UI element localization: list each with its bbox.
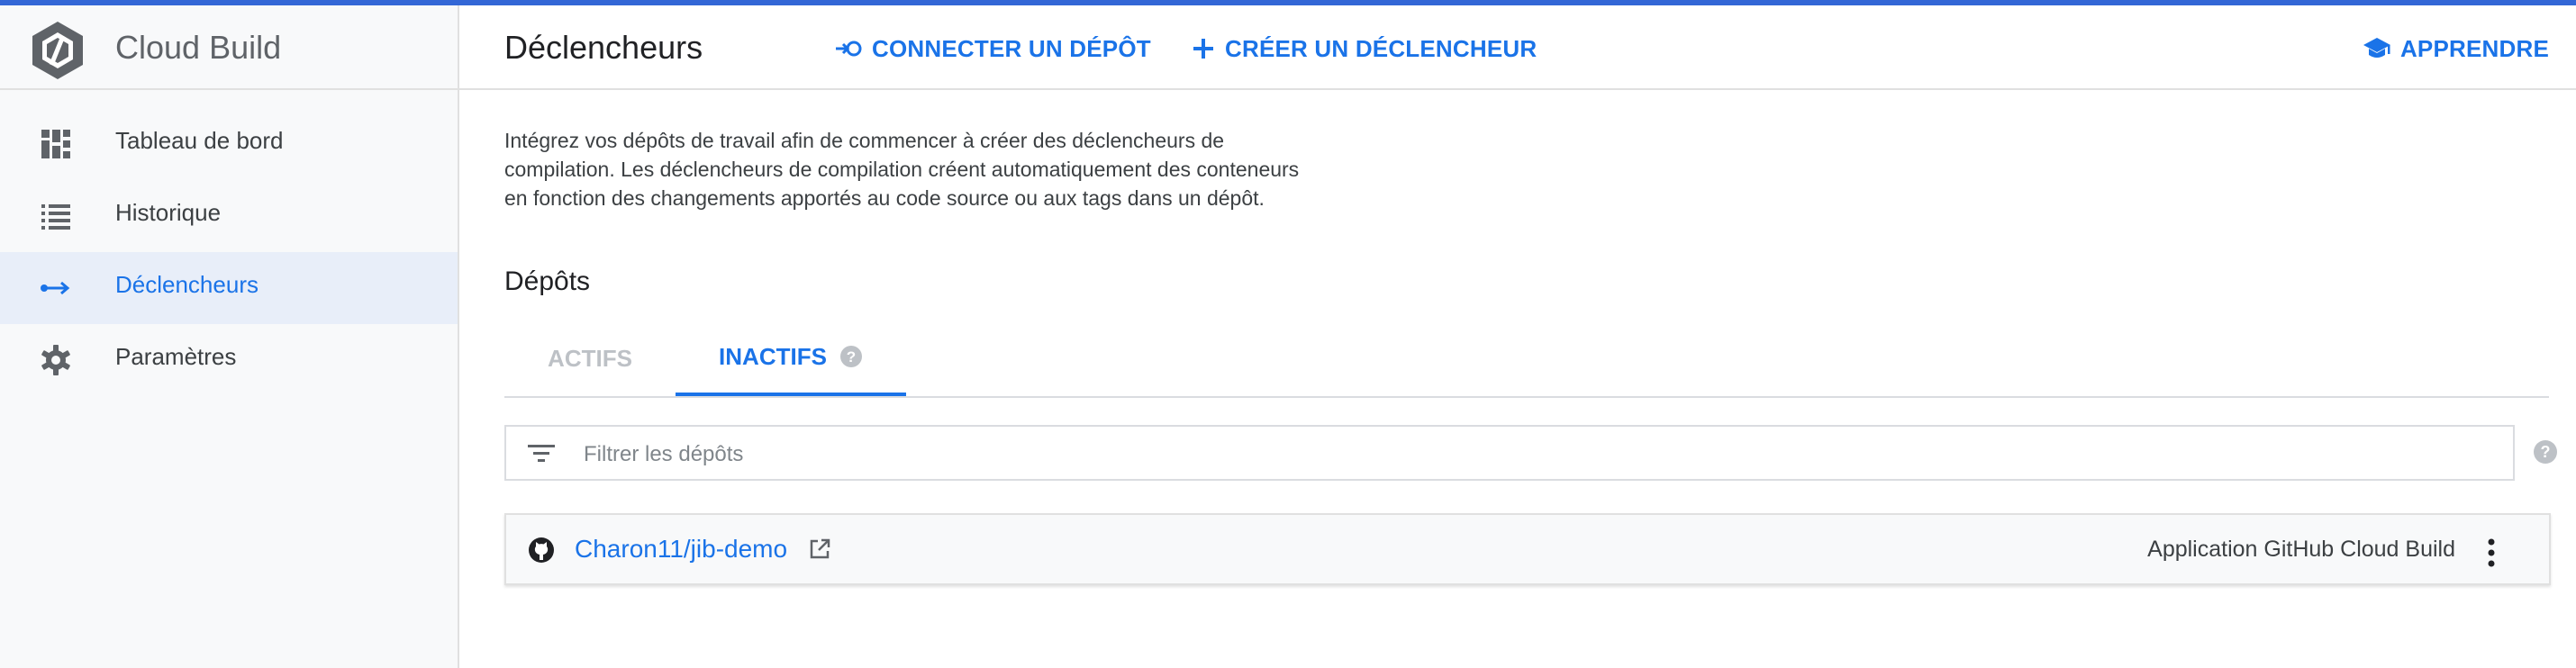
svg-text:?: ? <box>2541 443 2551 461</box>
learn-button[interactable]: APPRENDRE <box>2363 31 2549 67</box>
school-icon <box>2363 38 2390 58</box>
intro-text: Intégrez vos dépôts de travail afin de c… <box>504 129 1300 210</box>
repo-tabs: ACTIFS INACTIFS ? <box>504 320 2549 398</box>
sidebar-item-label: Historique <box>115 199 222 226</box>
section-title-repos: Dépôts <box>504 266 591 296</box>
create-trigger-label: CRÉER UN DÉCLENCHEUR <box>1225 34 1537 62</box>
app-title: Cloud Build <box>115 29 282 66</box>
page-header: Déclencheurs CONNECTER UN DÉPÔT CRÉER UN… <box>459 5 2576 90</box>
tab-label: ACTIFS <box>548 344 632 372</box>
brand-header: Cloud Build <box>0 5 458 90</box>
connect-repo-label: CONNECTER UN DÉPÔT <box>872 34 1151 62</box>
sidebar-item-triggers[interactable]: Déclencheurs <box>0 252 458 324</box>
sidebar-item-label: Déclencheurs <box>115 271 259 298</box>
github-icon <box>529 537 554 563</box>
cloud-build-logo-icon <box>32 22 83 79</box>
gear-icon <box>41 345 70 375</box>
create-trigger-button[interactable]: CRÉER UN DÉCLENCHEUR <box>1191 31 1537 67</box>
external-link-icon[interactable] <box>807 537 832 562</box>
tab-actifs[interactable]: ACTIFS <box>504 320 676 396</box>
sidebar-item-label: Paramètres <box>115 343 237 370</box>
connect-icon <box>836 41 862 57</box>
repo-link[interactable]: Charon11/jib-demo <box>575 535 787 564</box>
sidebar-item-dashboard[interactable]: Tableau de bord <box>0 108 458 180</box>
learn-label: APPRENDRE <box>2399 34 2549 62</box>
plus-icon <box>1193 39 1213 59</box>
sidebar-item-label: Tableau de bord <box>115 127 284 154</box>
repo-app-label: Application GitHub Cloud Build <box>2147 537 2455 562</box>
filter-repos-input[interactable] <box>582 436 2477 474</box>
connect-repo-button[interactable]: CONNECTER UN DÉPÔT <box>834 31 1151 67</box>
repo-row: Charon11/jib-demo Application GitHub Clo… <box>504 513 2551 585</box>
dashboard-icon <box>41 130 70 158</box>
more-vert-icon[interactable] <box>2482 537 2500 569</box>
sidebar-item-settings[interactable]: Paramètres <box>0 324 458 396</box>
trigger-arrow-icon <box>41 281 70 295</box>
tab-inactifs[interactable]: INACTIFS ? <box>676 320 906 396</box>
filter-icon <box>528 445 555 462</box>
help-icon[interactable]: ? <box>839 345 863 368</box>
sidebar: Cloud Build Tableau de bord Historique D… <box>0 5 459 668</box>
filter-box <box>504 425 2515 481</box>
svg-text:?: ? <box>847 348 856 366</box>
sidebar-item-history[interactable]: Historique <box>0 180 458 252</box>
tab-label: INACTIFS <box>719 342 827 370</box>
page-title: Déclencheurs <box>504 29 703 66</box>
list-icon <box>41 204 70 230</box>
filter-help-icon[interactable]: ? <box>2533 439 2558 465</box>
